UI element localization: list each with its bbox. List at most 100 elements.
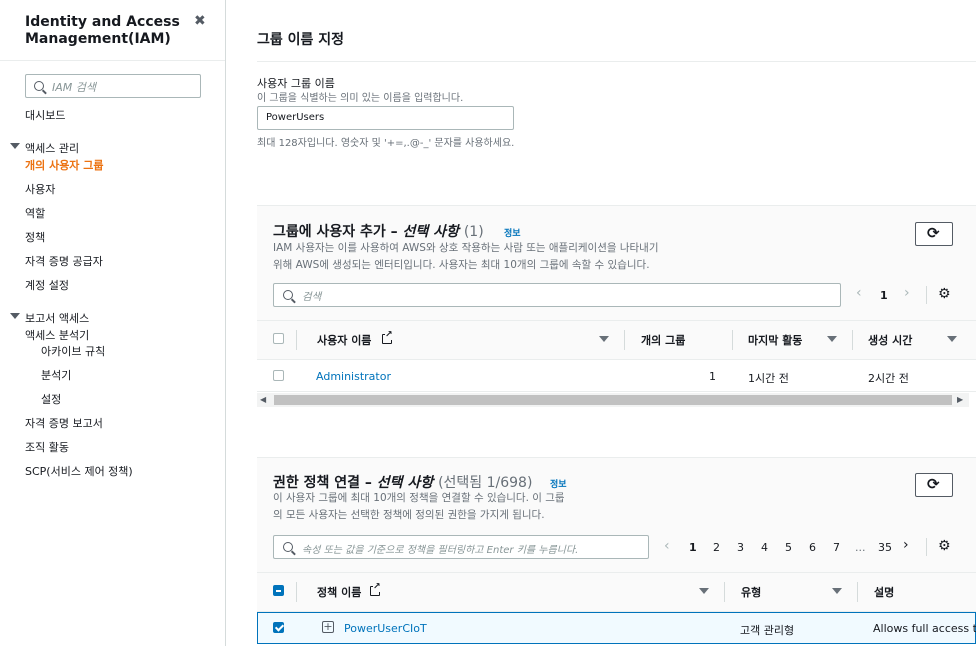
column-separator xyxy=(852,330,853,350)
scroll-right-icon[interactable]: ▶ xyxy=(957,395,963,404)
info-link[interactable]: 정보 xyxy=(504,226,521,239)
sidebar-item-identity-providers[interactable]: 자격 증명 공급자 xyxy=(25,253,103,269)
policy-description: Allows full access to xyxy=(873,622,976,635)
scrollbar-thumb[interactable] xyxy=(274,395,952,405)
sidebar-item-archive-rules[interactable]: 아카이브 규칙 xyxy=(41,343,105,359)
group-name-input[interactable]: PowerUsers xyxy=(257,106,514,130)
sidebar-title: Identity and Access Management(IAM) xyxy=(25,14,180,47)
sidebar-item-user-groups[interactable]: 개의 사용자 그룹 xyxy=(25,157,104,173)
add-users-description-2: 위해 AWS에 생성되는 엔터티입니다. 사용자는 최대 10개의 그룹에 속할… xyxy=(273,259,650,271)
chevron-right-icon[interactable]: › xyxy=(903,537,909,553)
users-search-placeholder: 검색 xyxy=(302,291,322,303)
pagination-page-6[interactable]: 6 xyxy=(809,541,816,554)
policies-search-placeholder: 속성 또는 값을 기준으로 정책을 필터링하고 Enter 키를 누릅니다. xyxy=(302,545,579,556)
refresh-icon: ⟳ xyxy=(927,475,940,493)
caret-down-icon[interactable] xyxy=(10,143,20,149)
horizontal-scrollbar[interactable]: ◀ ▶ xyxy=(257,393,969,407)
sidebar-item-dashboard[interactable]: 대시보드 xyxy=(25,107,65,123)
pagination-page-5[interactable]: 5 xyxy=(785,541,792,554)
refresh-icon: ⟳ xyxy=(927,224,940,242)
sidebar-search-input[interactable]: IAM 검색 xyxy=(25,74,201,98)
user-name-link[interactable]: Administrator xyxy=(316,370,391,383)
chevron-right-icon[interactable]: › xyxy=(904,285,910,301)
add-users-description-1: IAM 사용자는 이를 사용하여 AWS와 상호 작용하는 사람 또는 애플리케… xyxy=(273,242,659,254)
user-groups-count: 1 xyxy=(709,370,716,383)
column-header-user-name[interactable]: 사용자 이름 xyxy=(317,332,371,348)
policy-name-link[interactable]: PowerUserCIoT xyxy=(344,622,427,635)
sidebar-item-users[interactable]: 사용자 xyxy=(25,181,55,197)
sidebar: Identity and Access Management(IAM) ✖ IA… xyxy=(0,0,226,646)
column-header-created[interactable]: 생성 시간 xyxy=(868,332,912,348)
sort-icon[interactable] xyxy=(947,336,957,342)
column-header-policy-name[interactable]: 정책 이름 xyxy=(317,584,361,600)
row-checkbox[interactable] xyxy=(273,370,284,381)
pagination-page-last[interactable]: 35 xyxy=(878,541,892,554)
sort-icon[interactable] xyxy=(599,336,609,342)
chevron-left-icon[interactable]: ‹ xyxy=(856,285,862,301)
row-checkbox[interactable] xyxy=(273,622,284,633)
users-search-input[interactable]: 검색 xyxy=(273,283,841,307)
info-link[interactable]: 정보 xyxy=(550,477,567,490)
pagination-page-4[interactable]: 4 xyxy=(761,541,768,554)
sidebar-item-org-activity[interactable]: 조직 활동 xyxy=(25,439,69,455)
sort-icon[interactable] xyxy=(827,336,837,342)
sidebar-item-analyzer[interactable]: 분석기 xyxy=(41,367,71,383)
column-header-description[interactable]: 설명 xyxy=(874,584,894,600)
column-header-groups[interactable]: 개의 그룹 xyxy=(641,332,685,348)
user-last-activity: 1시간 전 xyxy=(748,372,789,385)
refresh-button[interactable]: ⟳ xyxy=(915,473,953,497)
attach-policies-description-1: 이 사용자 그룹에 최대 10개의 정책을 연결할 수 있습니다. 이 그룹 xyxy=(273,492,565,504)
search-icon xyxy=(34,81,44,91)
scroll-left-icon[interactable]: ◀ xyxy=(260,395,266,404)
column-header-type[interactable]: 유형 xyxy=(741,584,761,600)
sidebar-item-credential-report[interactable]: 자격 증명 보고서 xyxy=(25,415,103,431)
sidebar-search-placeholder: IAM 검색 xyxy=(52,81,96,94)
user-created: 2시간 전 xyxy=(868,372,909,385)
external-link-icon xyxy=(382,330,393,344)
column-header-last-activity[interactable]: 마지막 활동 xyxy=(748,332,802,348)
sidebar-section-report-access[interactable]: 보고서 액세스 xyxy=(25,310,89,326)
pagination-ellipsis: ... xyxy=(855,541,866,554)
column-separator xyxy=(732,330,733,350)
page-section-title: 그룹 이름 지정 xyxy=(257,32,345,48)
pagination-page-2[interactable]: 2 xyxy=(713,541,720,554)
search-icon xyxy=(283,542,293,552)
column-separator xyxy=(724,582,725,602)
column-separator xyxy=(296,330,297,350)
gear-icon[interactable]: ⚙ xyxy=(938,286,951,302)
sidebar-item-policies[interactable]: 정책 xyxy=(25,229,45,245)
policies-search-input[interactable]: 속성 또는 값을 기준으로 정책을 필터링하고 Enter 키를 누릅니다. xyxy=(273,535,649,559)
sidebar-item-settings[interactable]: 설정 xyxy=(41,391,61,407)
external-link-icon xyxy=(370,582,381,596)
refresh-button[interactable]: ⟳ xyxy=(915,222,953,246)
sidebar-divider xyxy=(0,60,225,61)
policies-table-header xyxy=(257,572,976,612)
pagination-page[interactable]: 1 xyxy=(880,289,888,302)
caret-down-icon[interactable] xyxy=(10,313,20,319)
divider xyxy=(926,538,927,556)
group-name-constraint: 최대 128자입니다. 영숫자 및 '+=,.@-_' 문자를 사용하세요. xyxy=(257,138,515,149)
sidebar-item-roles[interactable]: 역할 xyxy=(25,205,45,221)
group-name-description: 이 그룹을 식별하는 의미 있는 이름을 입력합니다. xyxy=(257,93,464,104)
gear-icon[interactable]: ⚙ xyxy=(938,538,951,554)
sort-icon[interactable] xyxy=(699,588,709,594)
pagination-page-1[interactable]: 1 xyxy=(689,541,697,554)
select-all-checkbox[interactable] xyxy=(273,585,284,596)
column-separator xyxy=(857,582,858,602)
sidebar-item-scp[interactable]: SCP(서비스 제어 정책) xyxy=(25,463,133,479)
close-icon[interactable]: ✖ xyxy=(194,13,206,29)
column-separator xyxy=(624,330,625,350)
search-icon xyxy=(283,290,293,300)
sidebar-section-access-management[interactable]: 액세스 관리 xyxy=(25,140,79,156)
attach-policies-title: 권한 정책 연결 – 선택 사항 (선택됨 1/698) xyxy=(273,475,533,491)
sidebar-item-account-settings[interactable]: 계정 설정 xyxy=(25,277,69,293)
policy-type: 고객 관리형 xyxy=(740,624,795,637)
pagination-page-3[interactable]: 3 xyxy=(737,541,744,554)
pagination-page-7[interactable]: 7 xyxy=(833,541,840,554)
sidebar-item-access-analyzer[interactable]: 액세스 분석기 xyxy=(25,327,89,343)
select-all-checkbox[interactable] xyxy=(273,333,284,344)
sort-icon[interactable] xyxy=(832,588,842,594)
expand-icon[interactable]: + xyxy=(322,621,334,633)
chevron-left-icon[interactable]: ‹ xyxy=(664,538,670,554)
add-users-title: 그룹에 사용자 추가 – 선택 사항 (1) xyxy=(273,224,484,240)
